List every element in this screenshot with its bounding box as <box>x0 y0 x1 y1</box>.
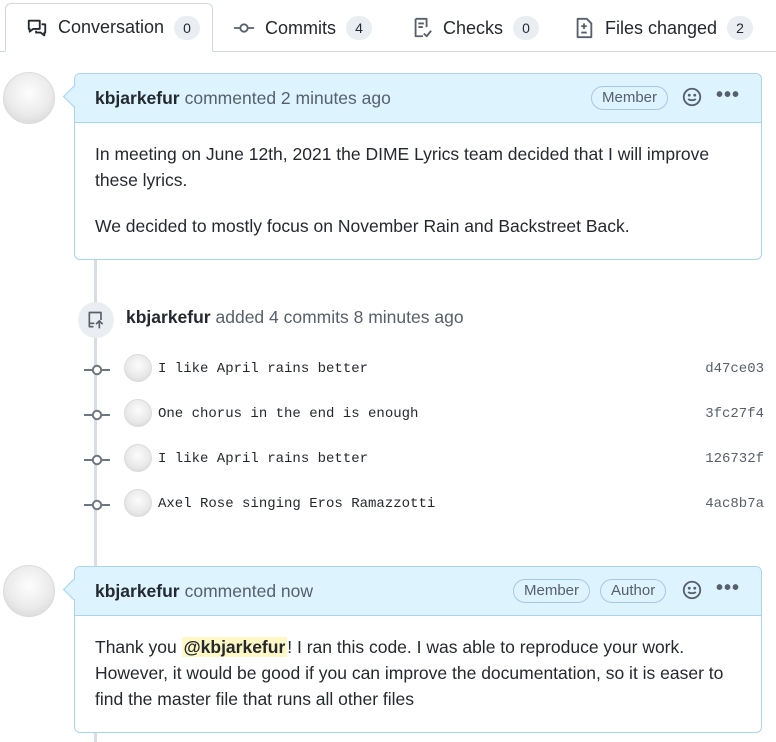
comment-timestamp[interactable]: commented now <box>185 581 313 602</box>
kebab-menu-icon[interactable]: ••• <box>716 577 740 600</box>
smiley-icon[interactable] <box>681 579 703 601</box>
comment-paragraph: We decided to mostly focus on November R… <box>95 216 630 236</box>
checklist-icon <box>411 17 433 39</box>
comment-box: kbjarkefur commented now Member Author •… <box>74 566 762 733</box>
avatar[interactable] <box>3 565 55 617</box>
comment-author[interactable]: kbjarkefur <box>95 581 180 602</box>
git-commit-icon <box>84 452 110 468</box>
commit-message[interactable]: I like April rains better <box>158 361 368 377</box>
member-badge: Member <box>591 86 669 110</box>
smiley-icon[interactable] <box>681 86 703 108</box>
commits-event: kbjarkefur added 4 commits 8 minutes ago <box>126 307 464 328</box>
user-mention[interactable]: @kbjarkefur <box>181 637 288 657</box>
tab-checks[interactable]: Checks 0 <box>411 4 540 52</box>
commit-sha[interactable]: 3fc27f4 <box>705 406 764 422</box>
file-diff-icon <box>573 17 595 39</box>
commit-message[interactable]: One chorus in the end is enough <box>158 406 418 422</box>
repo-push-icon <box>78 302 114 338</box>
commit-avatar[interactable] <box>124 444 152 472</box>
comment-author[interactable]: kbjarkefur <box>95 88 180 109</box>
comment-header: kbjarkefur commented 2 minutes ago Membe… <box>75 74 761 123</box>
comment-text: Thank you <box>95 637 182 657</box>
comment-body: In meeting on June 12th, 2021 the DIME L… <box>75 123 761 257</box>
commit-row: I like April rains better 126732f <box>80 444 764 475</box>
tab-files-changed[interactable]: Files changed 2 <box>573 4 754 52</box>
tab-label: Checks <box>443 17 504 38</box>
commit-avatar[interactable] <box>124 399 152 427</box>
git-commit-icon <box>84 407 110 423</box>
comment-body: Thank you @kbjarkefur! I ran this code. … <box>75 616 761 730</box>
comment-box: kbjarkefur commented 2 minutes ago Membe… <box>74 73 762 260</box>
git-commit-icon <box>84 362 110 378</box>
avatar[interactable] <box>3 72 55 124</box>
commit-avatar[interactable] <box>124 489 152 517</box>
comment-discussion-icon <box>26 17 48 39</box>
git-commit-icon <box>233 17 255 39</box>
tab-count: 0 <box>513 16 540 40</box>
commit-sha[interactable]: 4ac8b7a <box>705 496 764 512</box>
tab-label: Conversation <box>58 17 165 37</box>
comment-paragraph: In meeting on June 12th, 2021 the DIME L… <box>95 144 710 190</box>
tab-conversation[interactable]: Conversation 0 <box>5 3 213 52</box>
commit-avatar[interactable] <box>124 354 152 382</box>
tab-count: 2 <box>727 16 754 40</box>
commit-sha[interactable]: 126732f <box>705 451 764 467</box>
pr-tabs: Conversation 0 Commits 4 Checks 0 Files … <box>0 0 776 52</box>
member-badge: Member <box>513 579 591 603</box>
timeline-line <box>94 732 97 742</box>
commit-row: I like April rains better d47ce03 <box>80 354 764 385</box>
event-action: added 4 commits 8 minutes ago <box>215 307 464 327</box>
comment-header: kbjarkefur commented now Member Author •… <box>75 567 761 616</box>
event-author[interactable]: kbjarkefur <box>126 307 211 327</box>
commit-sha[interactable]: d47ce03 <box>705 361 764 377</box>
tab-count: 4 <box>346 16 372 40</box>
comment-timestamp[interactable]: commented 2 minutes ago <box>185 88 391 109</box>
tab-count: 0 <box>174 15 201 40</box>
kebab-menu-icon[interactable]: ••• <box>716 84 740 107</box>
commit-message[interactable]: Axel Rose singing Eros Ramazzotti <box>158 496 435 512</box>
tab-label: Commits <box>265 17 336 38</box>
author-badge: Author <box>600 579 667 603</box>
tab-commits[interactable]: Commits 4 <box>233 4 372 52</box>
commit-row: Axel Rose singing Eros Ramazzotti 4ac8b7… <box>80 489 764 520</box>
commit-row: One chorus in the end is enough 3fc27f4 <box>80 399 764 430</box>
commit-message[interactable]: I like April rains better <box>158 451 368 467</box>
tab-label: Files changed <box>605 17 718 38</box>
comment-paragraph: Thank you @kbjarkefur! I ran this code. … <box>95 634 741 712</box>
git-commit-icon <box>84 497 110 513</box>
